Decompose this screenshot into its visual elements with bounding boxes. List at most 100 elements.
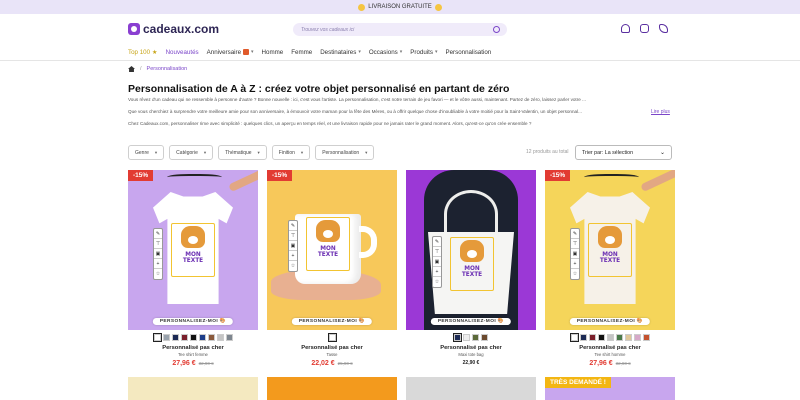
color-swatch[interactable] bbox=[189, 334, 197, 341]
color-swatch[interactable] bbox=[481, 334, 488, 341]
color-swatch[interactable] bbox=[327, 333, 337, 342]
filter-genre[interactable]: Genre ▾ bbox=[128, 145, 165, 160]
personalize-label: PERSONNALISEZ-MOI bbox=[159, 319, 219, 324]
product-subtitle: Maxi tote bag bbox=[458, 352, 484, 357]
color-swatch[interactable] bbox=[579, 334, 587, 341]
hanger-shape bbox=[167, 174, 222, 182]
product-image[interactable]: TRÈS DEMANDÉ ! bbox=[545, 377, 675, 400]
chevron-down-icon: ▾ bbox=[257, 149, 260, 155]
cart-icon[interactable] bbox=[640, 24, 649, 33]
product-image[interactable] bbox=[128, 377, 258, 400]
chevron-down-icon: ▾ bbox=[251, 49, 254, 55]
color-swatch[interactable] bbox=[453, 333, 462, 342]
color-swatch[interactable] bbox=[472, 334, 479, 341]
filter-label: Genre bbox=[135, 149, 149, 156]
color-swatch[interactable] bbox=[162, 334, 170, 341]
filter-personnalisation[interactable]: Personnalisation ▾ bbox=[315, 145, 375, 160]
sort-label: Trier par: La sélection bbox=[582, 149, 634, 156]
personalize-button[interactable]: PERSONNALISEZ-MOI 🎨 bbox=[430, 318, 512, 325]
product-image[interactable] bbox=[267, 377, 397, 400]
filter-label: Thématique bbox=[225, 149, 252, 156]
home-icon[interactable] bbox=[128, 66, 135, 72]
color-swatch[interactable] bbox=[588, 334, 596, 341]
personalize-button[interactable]: PERSONNALISEZ-MOI 🎨 bbox=[569, 318, 651, 325]
breadcrumb-current[interactable]: Personnalisation bbox=[147, 66, 188, 72]
sort-select[interactable]: Trier par: La sélection ⌄ bbox=[575, 145, 672, 160]
nav-label: Produits bbox=[410, 48, 433, 56]
color-swatch[interactable] bbox=[180, 334, 188, 341]
nav-item-occasions[interactable]: Occasions ▾ bbox=[369, 49, 402, 56]
personalize-button[interactable]: PERSONNALISEZ-MOI 🎨 bbox=[291, 318, 373, 325]
color-swatches bbox=[406, 333, 536, 342]
nav-item-nouveautes[interactable]: Nouveautés bbox=[166, 49, 199, 56]
color-swatch[interactable] bbox=[569, 333, 579, 342]
color-swatch[interactable] bbox=[171, 334, 179, 341]
color-swatch[interactable] bbox=[207, 334, 215, 341]
color-swatch[interactable] bbox=[624, 334, 632, 341]
color-swatch[interactable] bbox=[225, 334, 233, 341]
nav-item-top-100[interactable]: Top 100 ★ bbox=[128, 49, 158, 56]
product-image[interactable] bbox=[406, 377, 536, 400]
nav-item-produits[interactable]: Produits ▾ bbox=[410, 49, 437, 56]
product-name[interactable]: Personnalisé pas cher bbox=[406, 345, 536, 351]
product-count: 12 produits au total bbox=[526, 149, 569, 155]
color-swatch[interactable] bbox=[198, 334, 206, 341]
nav-label: Homme bbox=[261, 48, 284, 56]
logo-mark-icon bbox=[128, 23, 140, 35]
color-swatch[interactable] bbox=[642, 334, 650, 341]
filter-finition[interactable]: Finition ▾ bbox=[271, 145, 311, 160]
edit-icon: ✎ bbox=[154, 231, 162, 239]
site-logo[interactable]: cadeaux.com bbox=[128, 22, 219, 36]
filter-thematique[interactable]: Thématique ▾ bbox=[218, 145, 267, 160]
product-name[interactable]: Personnalisé pas cher bbox=[267, 345, 397, 351]
product-image[interactable]: ✎ ⊤ ▣ + ☆ MON TEXTE PERSONNALISEZ-MOI 🎨 bbox=[406, 170, 536, 330]
filter-label: Finition bbox=[278, 149, 295, 156]
star-icon: ☆ bbox=[572, 271, 578, 277]
gift-icon bbox=[243, 49, 250, 55]
nav-item-destinataires[interactable]: Destinataires ▾ bbox=[320, 49, 361, 56]
chevron-down-icon: ▾ bbox=[399, 49, 403, 55]
nav-item-personnalisation[interactable]: Personnalisation bbox=[445, 49, 491, 56]
product-card[interactable]: ✎ ⊤ ▣ + ☆ MON TEXTE -15% PERSONNALISEZ-MOI 🎨 … bbox=[267, 170, 397, 367]
phone-icon[interactable] bbox=[659, 24, 668, 33]
product-image[interactable]: ✎ ⊤ ▣ + ☆ MON TEXTE -15% PERSONNALISEZ-MOI 🎨 bbox=[267, 170, 397, 330]
product-grid: ✎ ⊤ ▣ + ☆ MON TEXTE -15% PERSONNALISEZ-MOI 🎨 … bbox=[128, 170, 675, 367]
color-swatch[interactable] bbox=[606, 334, 614, 341]
smile-emoji-icon bbox=[434, 3, 442, 11]
color-swatch[interactable] bbox=[216, 334, 224, 341]
tshirt-icon: ⊤ bbox=[154, 241, 162, 249]
product-name[interactable]: Personnalisé pas cher bbox=[545, 345, 675, 351]
price-block: 22,02 €25,90 € bbox=[267, 360, 397, 367]
product-image[interactable]: ✎ ⊤ ▣ + ☆ MON TEXTE -15% PERSONNALISEZ-MOI 🎨 bbox=[545, 170, 675, 330]
bag-strap-shape bbox=[444, 190, 498, 238]
color-swatch[interactable] bbox=[615, 334, 623, 341]
nav-item-femme[interactable]: Femme bbox=[291, 49, 312, 56]
discount-badge: -15% bbox=[545, 170, 571, 181]
product-name[interactable]: Personnalisé pas cher bbox=[128, 345, 258, 351]
plus-icon: + bbox=[154, 259, 162, 269]
color-swatch[interactable] bbox=[633, 334, 641, 341]
read-more-link[interactable]: Lire plus bbox=[651, 109, 670, 115]
nav-item-homme[interactable]: Homme bbox=[262, 49, 284, 56]
search-bar bbox=[293, 23, 507, 36]
product-card[interactable]: ✎ ⊤ ▣ + ☆ MON TEXTE -15% PERSONNALISEZ-MOI 🎨 … bbox=[545, 170, 675, 367]
search-icon[interactable] bbox=[493, 26, 500, 33]
price: 22,90 € bbox=[462, 360, 480, 366]
account-icon[interactable] bbox=[621, 24, 630, 33]
product-card[interactable]: ✎ ⊤ ▣ + ☆ MON TEXTE -15% PERSONNALISEZ-MOI 🎨 … bbox=[128, 170, 258, 367]
product-subtitle: Tee shirt homme bbox=[594, 352, 626, 357]
search-input[interactable] bbox=[301, 26, 491, 33]
filter-categorie[interactable]: Catégorie ▾ bbox=[169, 145, 214, 160]
color-swatch[interactable] bbox=[463, 334, 470, 341]
filter-bar: Genre ▾ Catégorie ▾ Thématique ▾ Finition ▾ … bbox=[128, 145, 375, 160]
dog-illustration bbox=[316, 220, 340, 242]
personalize-button[interactable]: PERSONNALISEZ-MOI 🎨 bbox=[152, 318, 234, 325]
color-swatch[interactable] bbox=[152, 333, 162, 342]
price-block: 27,96 €32,90 € bbox=[128, 360, 258, 367]
discount-badge: -15% bbox=[128, 170, 154, 181]
product-image[interactable]: ✎ ⊤ ▣ + ☆ MON TEXTE -15% PERSONNALISEZ-MOI 🎨 bbox=[128, 170, 258, 330]
color-swatch[interactable] bbox=[597, 334, 605, 341]
product-card[interactable]: ✎ ⊤ ▣ + ☆ MON TEXTE PERSONNALISEZ-MOI 🎨 Perso… bbox=[406, 170, 536, 367]
bag-icon: ▣ bbox=[433, 259, 441, 267]
nav-item-anniversaire[interactable]: Anniversaire ▾ bbox=[207, 49, 254, 56]
